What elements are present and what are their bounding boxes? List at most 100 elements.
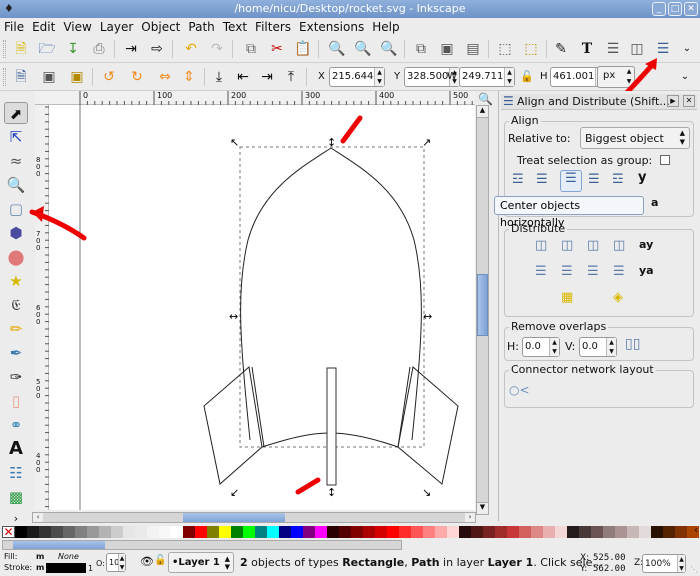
color-swatch[interactable] [627,526,639,538]
color-swatch[interactable] [531,526,543,538]
node-edit-icon[interactable]: ⬚ [522,40,540,58]
lower-icon[interactable]: ⇤ [234,68,252,86]
color-swatch[interactable] [267,526,279,538]
h-gap-spin-arrows[interactable]: ▲ ▼ [549,338,559,356]
align-right-to-left-anchor-icon[interactable]: ☲ [512,172,532,192]
lock-proportions-icon[interactable]: 🔓 [518,68,536,86]
close-button[interactable]: ✕ [684,2,698,16]
spiral-tool-icon[interactable]: 𝔈 [4,294,28,316]
no-paint-swatch[interactable]: ✕ [2,526,15,538]
unit-select[interactable]: px ▲ ▼ [597,66,635,88]
align-left-edges-icon[interactable]: ☰ [536,172,556,192]
scale-handle-w[interactable]: ↔ [229,310,238,323]
layers-icon[interactable]: ☰ [604,40,622,58]
x-value[interactable]: 215.644 [332,71,373,82]
zoom-selection-icon[interactable]: 🔍 [328,40,346,58]
center-horizontally-icon[interactable]: ☰ [560,170,582,192]
color-swatch[interactable] [663,526,675,538]
layer-select[interactable]: •Layer 1 ▲ ▼ [168,552,234,573]
color-swatch[interactable] [603,526,615,538]
color-swatch[interactable] [111,526,123,538]
menu-object[interactable]: Object [137,18,184,36]
rocket-fin-left[interactable] [203,366,263,485]
distribute-gaps-h-icon[interactable]: ◫ [613,238,633,258]
color-swatch[interactable] [675,526,687,538]
redo-icon[interactable]: ↷ [208,40,226,58]
menu-layer[interactable]: Layer [96,18,137,36]
select-all-layers-icon[interactable]: ▣ [40,68,58,86]
color-swatch[interactable] [183,526,195,538]
color-swatch[interactable] [27,526,39,538]
rectangle-object[interactable] [326,367,337,486]
text-tool-icon[interactable]: A [4,438,28,460]
color-swatch[interactable] [639,526,651,538]
stroke-color-swatch[interactable] [46,563,86,573]
raise-to-top-icon[interactable]: ⤒ [282,68,300,86]
paste-icon[interactable]: 📋 [294,40,312,58]
color-swatch[interactable] [459,526,471,538]
distribute-bottom-edges-icon[interactable]: ☰ [587,264,607,284]
rotate-cw-icon[interactable]: ↻ [128,68,146,86]
color-swatch[interactable] [495,526,507,538]
node-tool-icon[interactable]: ⇱ [4,126,28,148]
zoom-field[interactable]: 100% ▲ ▼ [642,554,686,573]
undo-icon[interactable]: ↶ [182,40,200,58]
menu-extensions[interactable]: Extensions [295,18,368,36]
distribute-top-edges-icon[interactable]: ☰ [535,264,555,284]
ellipse-tool-icon[interactable]: ⬤ [4,246,28,268]
gradient-tool-icon[interactable]: ▩ [4,486,28,508]
color-swatch[interactable] [411,526,423,538]
y-value[interactable]: 328.500 [407,71,448,82]
vertical-scrollbar[interactable]: ▲ ▼ [476,105,489,515]
connector-layout-icon[interactable]: ○< [509,383,530,403]
more-chevron-icon[interactable]: ⌄ [678,40,696,58]
unclump-icon[interactable]: ◈ [613,290,633,310]
palette-scrollbar[interactable] [0,539,700,551]
distribute-right-edges-icon[interactable]: ◫ [587,238,607,258]
scale-handle-ne[interactable]: ↗ [422,136,431,149]
cut-icon[interactable]: ✂ [268,40,286,58]
palette-scroll-thumb[interactable] [13,541,105,549]
color-swatch[interactable] [579,526,591,538]
color-swatch[interactable] [219,526,231,538]
color-swatch[interactable] [363,526,375,538]
maximize-button[interactable]: □ [668,2,682,16]
import-icon[interactable]: ⇥ [122,40,140,58]
open-icon[interactable]: 🗁 [38,40,56,58]
group-icon[interactable]: ▣ [438,40,456,58]
remove-overlaps-icon[interactable]: ▯▯ [625,336,645,356]
text-font-icon[interactable]: T [578,40,596,58]
scroll-up-arrow-icon[interactable]: ▲ [477,106,488,118]
color-swatch[interactable] [543,526,555,538]
menu-edit[interactable]: Edit [28,18,59,36]
color-swatch[interactable] [147,526,159,538]
v-gap-spin-arrows[interactable]: ▲ ▼ [606,338,616,356]
align-distribute-icon[interactable]: ☰ [654,40,672,58]
distribute-centers-v-icon[interactable]: ☰ [561,264,581,284]
scroll-right-arrow-icon[interactable]: › [465,513,475,522]
align-text-anchors-icon[interactable]: a [651,196,671,216]
menu-path[interactable]: Path [184,18,218,36]
color-swatch[interactable] [291,526,303,538]
connector-tool-icon[interactable]: ☷ [4,462,28,484]
distribute-gaps-v-icon[interactable]: ☰ [613,264,633,284]
color-swatch[interactable] [63,526,75,538]
palette-scroll-icon[interactable]: ‹ [694,525,698,536]
distribute-baselines-h-icon[interactable]: ay [639,238,659,258]
color-swatch[interactable] [51,526,63,538]
fill-stroke-icon[interactable]: ✎ [552,40,570,58]
lower-to-bottom-icon[interactable]: ⤓ [210,68,228,86]
pen-tool-icon[interactable]: ✒ [4,342,28,364]
color-swatch[interactable] [39,526,51,538]
layer-lock-icon[interactable]: 🔓 [154,555,166,566]
distribute-centers-h-icon[interactable]: ◫ [561,238,581,258]
star-tool-icon[interactable]: ★ [4,270,28,292]
zoom-drawing-icon[interactable]: 🔍 [354,40,372,58]
new-document-icon[interactable]: 🗎 [12,40,30,58]
relative-to-select[interactable]: Biggest object ▲ ▼ [580,127,690,149]
color-swatch[interactable] [207,526,219,538]
layer-visibility-icon[interactable]: 👁 [140,555,154,568]
scale-handle-n[interactable]: ↕ [327,136,336,149]
horizontal-scrollbar[interactable]: ‹ › [32,512,476,523]
color-swatch[interactable] [99,526,111,538]
